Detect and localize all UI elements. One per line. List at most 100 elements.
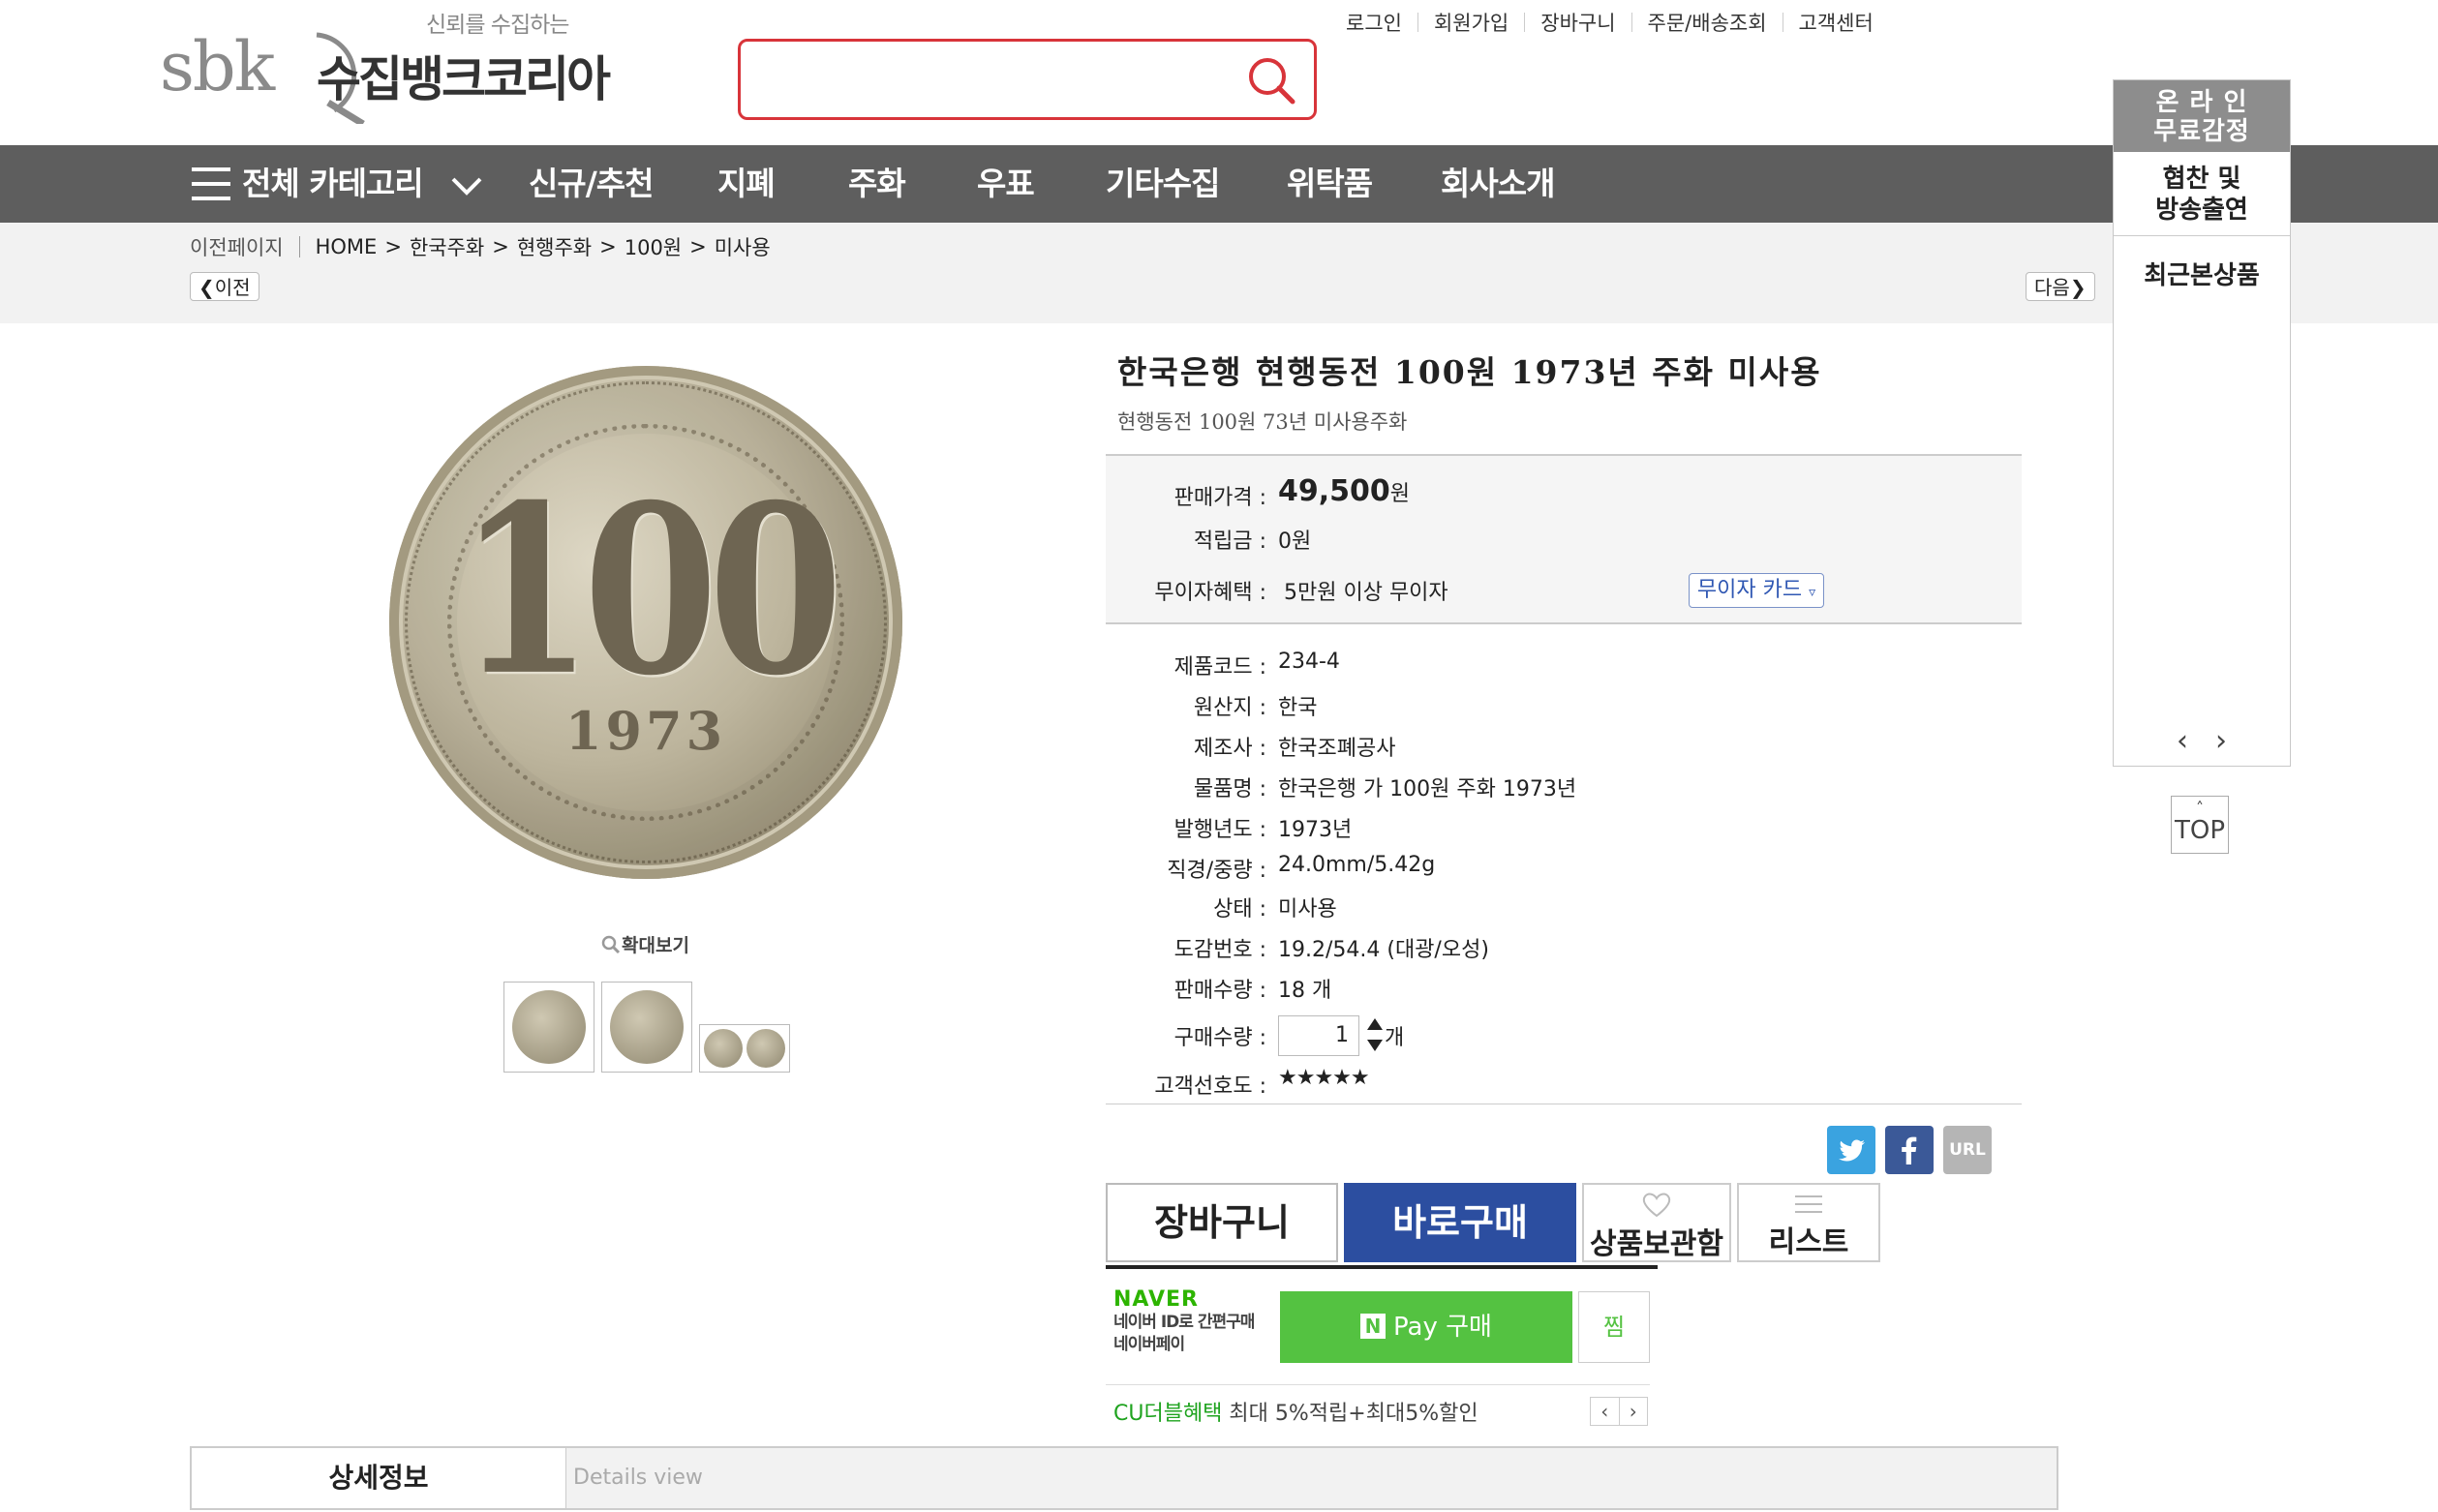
site-logo[interactable]: 신뢰를 수집하는 sbk 수집뱅크코리아 (160, 0, 625, 136)
chevron-left-icon[interactable]: ‹ (2177, 724, 2188, 758)
breadcrumb-separator: > (384, 235, 402, 258)
thumbnail[interactable] (699, 1024, 790, 1073)
thumbnail[interactable] (601, 982, 692, 1073)
nav-other-collectibles[interactable]: 기타수집 (1106, 145, 1220, 223)
chevron-right-icon[interactable]: › (2215, 724, 2227, 758)
tab-details[interactable]: 상세정보 (192, 1448, 566, 1508)
breadcrumb-korean-coins[interactable]: 한국주화 (410, 232, 484, 261)
naver-zzim-button[interactable]: 찜 (1578, 1291, 1650, 1363)
naver-pay-button[interactable]: N Pay 구매 (1280, 1291, 1572, 1363)
chevron-right-icon[interactable]: › (1618, 1398, 1648, 1425)
search-icon[interactable] (1246, 55, 1296, 106)
breadcrumb-uncirculated[interactable]: 미사용 (715, 232, 771, 261)
nav-all-categories-label: 전체 카테고리 (242, 165, 424, 202)
spec-label: 판매수량 : (1173, 979, 1266, 1003)
nav-new-recommended[interactable]: 신규/추천 (529, 145, 654, 223)
login-link[interactable]: 로그인 (1346, 8, 1402, 37)
preference-stars: ★★★★★ (1278, 1066, 1370, 1090)
zoom-button[interactable]: 확대보기 (600, 931, 689, 957)
breadcrumb-separator: > (492, 235, 509, 258)
spec-value: 미사용 (1278, 897, 1337, 922)
twitter-icon (1839, 1139, 1865, 1162)
naver-desc-2: 네이버페이 (1113, 1335, 1185, 1354)
cu-benefit-highlight: CU더블혜택 (1113, 1402, 1223, 1426)
logo-name: 수집뱅크코리아 (317, 51, 611, 107)
add-to-cart-button[interactable]: 장바구니 (1106, 1183, 1338, 1262)
breadcrumb-current-coins[interactable]: 현행주화 (517, 232, 592, 261)
price-value-wrap: 49,500원 (1278, 474, 1410, 508)
quantity-stepper-icon[interactable] (1365, 1016, 1385, 1053)
naver-pay-label: Pay 구매 (1393, 1313, 1492, 1342)
divider (1417, 13, 1418, 32)
facebook-icon (1902, 1136, 1917, 1164)
logo-mark: sbk (160, 27, 275, 106)
quantity-label: 구매수량 : (1173, 1026, 1266, 1050)
spec-value: 234-4 (1278, 650, 1340, 674)
nav-coins[interactable]: 주화 (848, 145, 906, 223)
divider (1524, 13, 1526, 32)
breadcrumb-home[interactable]: HOME (316, 235, 378, 258)
twitter-share-button[interactable] (1827, 1126, 1875, 1174)
url-copy-button[interactable]: URL (1943, 1126, 1992, 1174)
spec-label: 도감번호 : (1173, 938, 1266, 962)
product-image[interactable]: 100 1973 (389, 366, 902, 879)
cu-benefit-pager: ‹ › (1590, 1397, 1648, 1426)
coin-denomination: 100 (458, 454, 842, 728)
cu-benefit: CU더블혜택 최대 5%적립+최대5%할인 (1113, 1396, 1478, 1427)
spec-label: 제품코드 : (1173, 655, 1266, 680)
spec-value: 한국조폐공사 (1278, 737, 1396, 761)
list-icon (1795, 1195, 1822, 1213)
recent-pager: ‹ › (2114, 724, 2290, 758)
quantity-input[interactable]: 1 (1278, 1015, 1359, 1056)
prev-page-link[interactable]: 이전페이지 (190, 232, 284, 261)
main-nav: 전체 카테고리 신규/추천 지폐 주화 우표 기타수집 위탁품 회사소개 (0, 145, 2438, 223)
list-button[interactable]: 리스트 (1737, 1183, 1880, 1262)
interest-free-card-button[interactable]: 무이자 카드 ▿ (1689, 573, 1824, 608)
online-appraisal-link[interactable]: 온 라 인 무료감정 (2114, 80, 2290, 152)
spec-label: 상태 : (1213, 897, 1266, 922)
sponsorship-line2: 방송출연 (2155, 196, 2248, 225)
order-tracking-link[interactable]: 주문/배송조회 (1648, 8, 1767, 37)
prev-button-label: 이전 (214, 276, 251, 299)
naver-brand: NAVER (1113, 1287, 1199, 1312)
search-input[interactable] (738, 39, 1317, 120)
facebook-share-button[interactable] (1885, 1126, 1934, 1174)
spec-value: 24.0mm/5.42g (1278, 853, 1436, 877)
tab-details-caption: Details view (573, 1466, 703, 1490)
preference-label: 고객선호도 : (1154, 1074, 1266, 1099)
buy-now-button[interactable]: 바로구매 (1344, 1183, 1576, 1262)
prev-button[interactable]: ❮이전 (190, 272, 259, 301)
thumbnail[interactable] (503, 982, 594, 1073)
nav-consignment[interactable]: 위탁품 (1287, 145, 1373, 223)
nav-banknotes[interactable]: 지폐 (717, 145, 776, 223)
logo-tagline: 신뢰를 수집하는 (426, 13, 569, 38)
price-unit: 원 (1389, 482, 1411, 506)
coin-year: 1973 (564, 700, 727, 762)
next-button[interactable]: 다음❯ (2026, 272, 2095, 301)
cart-link[interactable]: 장바구니 (1540, 8, 1615, 37)
spec-label: 발행년도 : (1173, 818, 1266, 842)
chevron-left-icon[interactable]: ‹ (1591, 1398, 1619, 1425)
points-label: 적립금 : (1193, 529, 1266, 554)
list-label: 리스트 (1768, 1225, 1849, 1259)
chevron-right-icon: ❯ (2069, 276, 2087, 299)
scroll-top-button[interactable]: ˄ TOP (2171, 796, 2229, 854)
divider (1630, 13, 1632, 32)
nav-stamps[interactable]: 우표 (977, 145, 1035, 223)
nav-all-categories[interactable]: 전체 카테고리 (242, 145, 483, 223)
wishlist-button[interactable]: 상품보관함 (1582, 1183, 1731, 1262)
spec-label: 직경/중량 : (1167, 859, 1266, 883)
breadcrumb-100won[interactable]: 100원 (625, 232, 682, 261)
spec-value: 1973년 (1278, 818, 1353, 842)
customer-center-link[interactable]: 고객센터 (1799, 8, 1874, 37)
menu-icon[interactable] (192, 167, 230, 200)
points-value: 0원 (1278, 529, 1312, 554)
nav-about[interactable]: 회사소개 (1441, 145, 1555, 223)
signup-link[interactable]: 회원가입 (1434, 8, 1509, 37)
breadcrumb-separator: > (689, 235, 707, 258)
naver-pay-info: NAVER 네이버 ID로 간편구매 네이버페이 (1113, 1287, 1268, 1356)
spec-value: 한국 (1278, 696, 1318, 720)
sponsorship-link[interactable]: 협찬 및 방송출연 (2114, 152, 2290, 236)
chevron-down-icon (451, 177, 482, 196)
sponsorship-line1: 협찬 및 (2162, 165, 2241, 194)
